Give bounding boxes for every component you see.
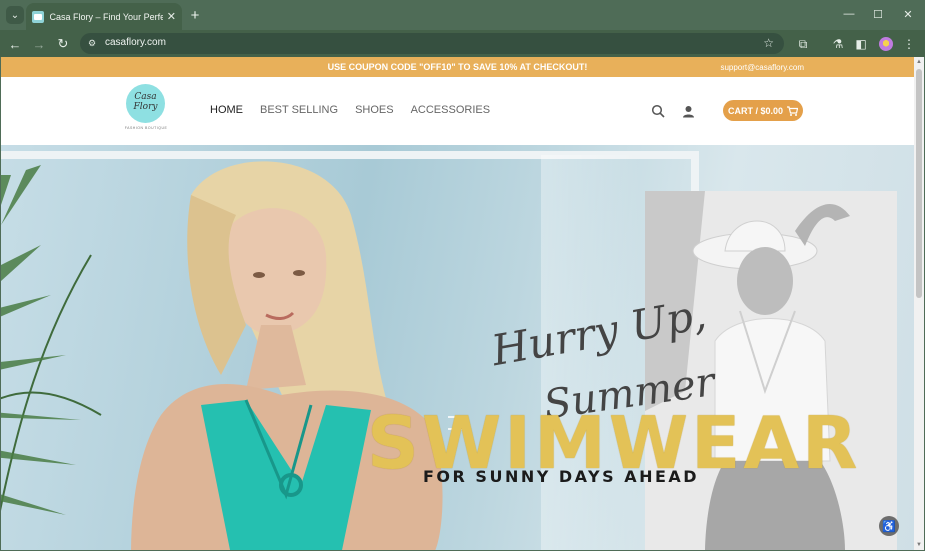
cart-button[interactable]: CART / $0.00	[723, 100, 803, 121]
search-icon[interactable]	[650, 103, 666, 119]
forward-arrow-icon[interactable]: →	[29, 34, 49, 54]
close-icon[interactable]: ✕	[167, 10, 176, 23]
star-icon[interactable]: ☆	[763, 36, 774, 50]
nav-item-shoes[interactable]: SHOES	[355, 104, 394, 116]
account-icon[interactable]	[680, 103, 696, 119]
browser-toolbar: ← → ↻ ⚙ casaflory.com ☆ ⧉ ⚗ ◧ ⋮	[0, 30, 925, 57]
site-header: Casa Flory FASHION BOUTIQUE HOME BEST SE…	[1, 77, 914, 145]
account-icon-glyph	[682, 105, 694, 117]
address-bar[interactable]: ⚙ casaflory.com ☆	[80, 33, 784, 54]
logo-tagline: FASHION BOUTIQUE	[124, 126, 168, 130]
logo-line-2: Flory	[133, 102, 158, 112]
main-nav: HOME BEST SELLING SHOES ACCESSORIES	[210, 104, 507, 116]
minimize-icon[interactable]: —	[834, 4, 864, 24]
page-scrollbar[interactable]: ▲ ▼	[914, 57, 924, 550]
menu-dots-icon[interactable]: ⋮	[900, 35, 918, 53]
cart-icon	[787, 105, 799, 116]
cart-label: CART / $0.00	[727, 105, 784, 116]
scroll-up-icon[interactable]: ▲	[916, 59, 922, 65]
favicon-icon	[32, 10, 44, 23]
lab-flask-icon[interactable]: ⚗	[829, 35, 847, 53]
site-settings-icon[interactable]: ⚙	[88, 38, 99, 49]
tab-strip: ⌄ Casa Flory – Find Your Perfect ✕ + — ☐…	[0, 0, 925, 30]
logo-name: Casa Flory	[126, 92, 165, 112]
url-text[interactable]: casaflory.com	[105, 37, 166, 48]
profile-avatar-icon[interactable]	[879, 37, 893, 51]
logo-line-1: Casa	[134, 92, 157, 102]
maximize-icon[interactable]: ☐	[863, 4, 893, 24]
nav-item-home[interactable]: HOME	[210, 104, 243, 116]
reload-icon[interactable]: ↻	[53, 34, 73, 54]
sidebar-icon[interactable]: ◧	[852, 35, 870, 53]
support-email-link[interactable]: support@casaflory.com	[720, 63, 804, 72]
nav-item-accessories[interactable]: ACCESSORIES	[411, 104, 490, 116]
tab-search-icon[interactable]: ⌄	[6, 6, 24, 24]
browser-tab[interactable]: Casa Flory – Find Your Perfect ✕	[26, 3, 182, 30]
tab-title: Casa Flory – Find Your Perfect	[49, 11, 163, 22]
back-arrow-icon[interactable]: ←	[5, 34, 25, 54]
scroll-down-icon[interactable]: ▼	[916, 542, 922, 548]
extensions-icon[interactable]: ⧉	[794, 35, 812, 53]
hero-subline: FOR SUNNY DAYS AHEAD	[423, 467, 700, 486]
promo-bar: USE COUPON CODE "OFF10" TO SAVE 10% AT C…	[1, 57, 914, 77]
hero-banner[interactable]: Hurry Up, Summer SWIMWEAR FOR SUNNY DAYS…	[1, 145, 914, 550]
search-icon-glyph	[651, 104, 665, 118]
plus-icon[interactable]: +	[186, 6, 204, 24]
page-viewport: USE COUPON CODE "OFF10" TO SAVE 10% AT C…	[1, 57, 914, 550]
close-window-icon[interactable]: ✕	[893, 4, 923, 24]
scrollbar-thumb[interactable]	[916, 69, 922, 298]
model-left-image	[131, 161, 443, 550]
site-logo[interactable]: Casa Flory FASHION BOUTIQUE	[120, 84, 172, 132]
nav-item-best-selling[interactable]: BEST SELLING	[260, 104, 338, 116]
accessibility-icon[interactable]: ♿	[879, 516, 899, 536]
browser-window: ⌄ Casa Flory – Find Your Perfect ✕ + — ☐…	[0, 0, 925, 551]
